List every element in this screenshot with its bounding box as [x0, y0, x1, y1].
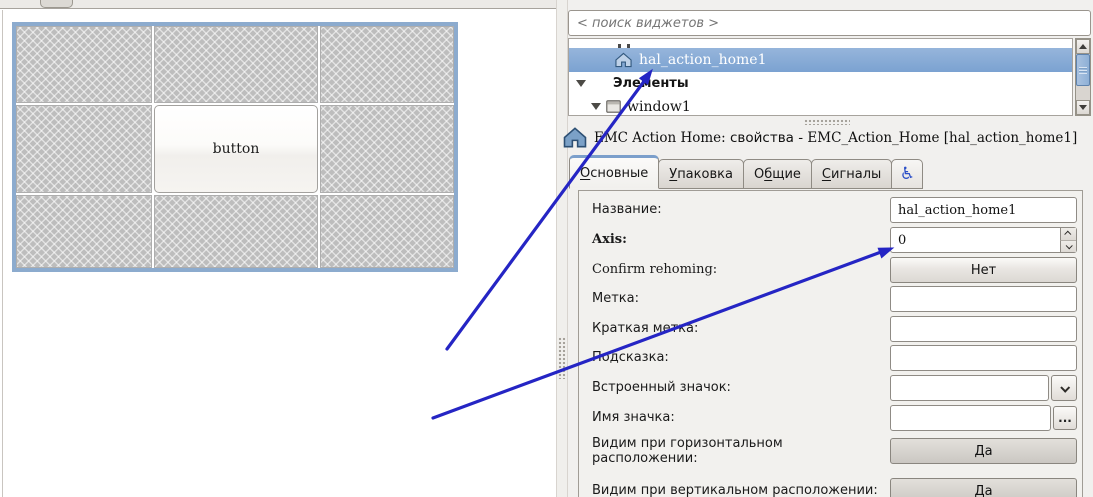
tooltip-field[interactable]: [890, 345, 1077, 371]
stock-icon-combobox[interactable]: [890, 375, 1049, 401]
name-field[interactable]: [890, 197, 1077, 223]
axis-spinbox[interactable]: [890, 227, 1077, 253]
property-label-tooltip: Подсказка:: [592, 350, 669, 365]
design-window-canvas[interactable]: button: [12, 22, 458, 272]
grip-icon: [1079, 66, 1087, 74]
property-label-confirm-rehoming: Confirm rehoming:: [592, 262, 718, 277]
pane-splitter-vertical[interactable]: [556, 0, 568, 497]
tree-item-label: hal_action_home1: [639, 52, 767, 68]
widget-search-input[interactable]: [568, 10, 1091, 36]
spin-down-button[interactable]: [1060, 239, 1076, 252]
chevron-down-icon: [1065, 242, 1073, 250]
label-field[interactable]: [890, 286, 1077, 312]
spin-up-button[interactable]: [1060, 228, 1076, 240]
property-label-short-label: Краткая метка:: [592, 321, 699, 336]
property-label-axis: Axis:: [592, 232, 627, 247]
button-widget[interactable]: button: [154, 105, 318, 193]
chevron-down-icon[interactable]: [576, 80, 586, 87]
arrow-down-icon: [1079, 105, 1087, 110]
scroll-up-button[interactable]: [1076, 39, 1090, 54]
property-label-stock-icon: Встроенный значок:: [592, 380, 731, 395]
splitter-grip-icon[interactable]: [558, 337, 566, 379]
placeholder-cell[interactable]: [154, 26, 318, 103]
button-widget-label: button: [212, 141, 260, 157]
confirm-rehoming-button[interactable]: Нет: [890, 257, 1077, 283]
placeholder-cell[interactable]: [16, 105, 152, 193]
tab-general[interactable]: Основные: [569, 155, 660, 189]
arrow-up-icon: [1079, 44, 1087, 49]
tree-row-clipped: [569, 39, 1072, 48]
browse-icon-button[interactable]: ...: [1053, 406, 1077, 430]
property-label-label: Метка:: [592, 291, 639, 306]
tab-accessibility[interactable]: ♿: [891, 159, 924, 189]
home-icon: [563, 127, 587, 148]
window-icon: [606, 100, 621, 113]
glade-designer-window: button hal_action_home1 Элементы: [0, 0, 1093, 497]
toolbar-strip: [0, 0, 558, 9]
placeholder-cell[interactable]: [320, 105, 454, 193]
short-label-field[interactable]: [890, 316, 1077, 342]
toolbar-tab-fragment[interactable]: [40, 0, 73, 8]
icon-name-field[interactable]: [890, 405, 1051, 431]
workspace-left-border: [2, 10, 3, 497]
tree-scrollbar[interactable]: [1075, 38, 1091, 116]
widget-tree: hal_action_home1 Элементы window1: [568, 38, 1073, 116]
chevron-down-icon: [1059, 382, 1070, 393]
combo-dropdown-button[interactable]: [1051, 375, 1077, 401]
property-label-name: Название:: [592, 202, 662, 217]
property-label-icon-name: Имя значка:: [592, 410, 675, 425]
property-label-visible-horizontal: Видим при горизонтальном расположении:: [592, 436, 783, 466]
tab-packing[interactable]: Упаковка: [658, 159, 744, 189]
properties-panel: Название: Axis: Confirm rehoming: Нет Ме…: [578, 190, 1083, 497]
visible-horizontal-toggle[interactable]: Да: [890, 438, 1077, 464]
scroll-down-button[interactable]: [1076, 100, 1090, 115]
properties-title: EMC Action Home: свойства - EMC_Action_H…: [594, 130, 1078, 146]
splitter-grip-icon[interactable]: [804, 119, 850, 125]
tab-signals[interactable]: Сигналы: [810, 159, 893, 189]
scrollbar-thumb[interactable]: [1076, 54, 1090, 86]
placeholder-cell[interactable]: [320, 26, 454, 103]
tab-common[interactable]: Общие: [742, 159, 812, 189]
tree-section-label: Элементы: [613, 76, 689, 91]
tree-item-window1[interactable]: window1: [569, 95, 1072, 115]
tree-item-label: window1: [627, 98, 691, 115]
tree-item-elements[interactable]: Элементы: [569, 72, 1072, 95]
placeholder-cell[interactable]: [320, 195, 454, 268]
properties-tabbar: Основные Упаковка Общие Сигналы ♿: [569, 154, 924, 189]
property-label-visible-vertical: Видим при вертикальном расположении:: [592, 483, 878, 497]
home-icon: [615, 52, 632, 68]
visible-vertical-toggle[interactable]: Да: [890, 478, 1077, 497]
accessibility-icon: ♿: [899, 164, 915, 184]
placeholder-cell[interactable]: [154, 195, 318, 268]
chevron-down-icon[interactable]: [591, 103, 601, 110]
chevron-up-icon: [1064, 230, 1072, 238]
tree-item-hal-action-home1[interactable]: hal_action_home1: [569, 48, 1072, 72]
table-container: button: [16, 26, 454, 268]
placeholder-cell[interactable]: [16, 26, 152, 103]
placeholder-cell[interactable]: [16, 195, 152, 268]
